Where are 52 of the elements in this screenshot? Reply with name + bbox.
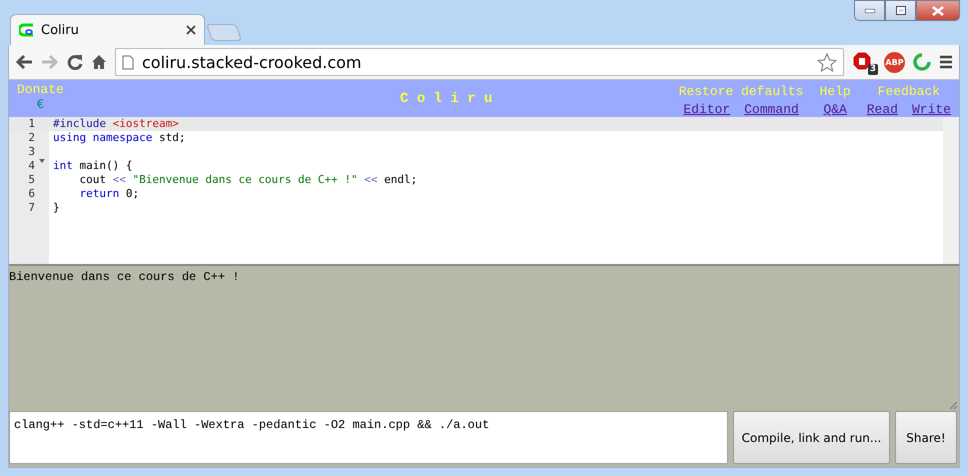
adblock-button[interactable]: ABP (884, 52, 905, 72)
code-line: cout << "Bienvenue dans ce cours de C++ !" << endl; (78, 173, 418, 186)
code-line: } (53, 201, 60, 214)
output-text: Bienvenue dans ce cours de C++ ! (9, 270, 240, 284)
fold-arrow-icon[interactable] (39, 159, 45, 163)
line-number: 6 (28, 187, 35, 201)
code-line: int main() { (53, 159, 132, 172)
line-number: 4 (28, 159, 35, 173)
code-line: return 0; (78, 187, 140, 200)
close-icon (932, 6, 944, 16)
browser-tab[interactable]: Coliru (10, 14, 205, 45)
code-editor[interactable]: #include <iostream> using namespace std; int main() { cout << "Bienvenue dans ce cours de C++ !" << endl; return 0; } (49, 117, 943, 264)
close-button[interactable] (916, 0, 960, 21)
reload-icon[interactable] (67, 54, 83, 70)
minimize-button[interactable] (854, 0, 885, 21)
resize-grip-icon[interactable] (949, 401, 958, 410)
line-number: 5 (28, 173, 35, 187)
home-icon[interactable] (91, 54, 107, 70)
menu-heading: Feedback (878, 84, 940, 99)
site-title: C o l i r u (400, 90, 492, 106)
address-bar[interactable]: coliru.stacked-crooked.com (115, 48, 844, 76)
command-field[interactable]: clang++ -std=c++11 -Wall -Wextra -pedantic -O2 main.cpp && ./a.out (9, 411, 728, 464)
menu-link[interactable]: Read (866, 102, 898, 117)
line-number: 2 (28, 131, 35, 145)
currency-symbol: € (36, 97, 44, 112)
menu-link[interactable]: Editor (683, 102, 730, 117)
star-icon[interactable] (817, 52, 837, 72)
minimize-icon (864, 8, 874, 12)
scrollbar[interactable] (943, 117, 959, 264)
menu-heading: Help (820, 84, 851, 99)
site-logo-icon (19, 23, 35, 37)
tab-title: Coliru (41, 22, 80, 38)
line-number: 1 (28, 117, 35, 131)
code-line: using namespace std; (53, 131, 186, 144)
page-icon (122, 54, 134, 70)
line-number: 7 (28, 201, 35, 215)
menu-link[interactable]: Command (744, 102, 799, 117)
menu-heading: Restore defaults (678, 84, 804, 99)
menu-link[interactable]: Write (912, 102, 951, 117)
maximize-button[interactable] (885, 0, 916, 21)
ring-icon[interactable] (913, 53, 931, 71)
maximize-icon (896, 6, 906, 15)
url-text: coliru.stacked-crooked.com (142, 52, 363, 72)
line-number: 3 (28, 145, 35, 159)
share-button[interactable]: Share! (895, 411, 957, 464)
count-badge: 3 (868, 64, 878, 75)
menu-link[interactable]: Q&A (823, 102, 847, 117)
compile-button[interactable]: Compile, link and run... (733, 411, 890, 464)
menu-icon[interactable] (939, 55, 953, 69)
close-icon[interactable] (186, 25, 196, 35)
code-line: #include <iostream> (53, 117, 179, 130)
back-icon[interactable] (15, 54, 33, 70)
